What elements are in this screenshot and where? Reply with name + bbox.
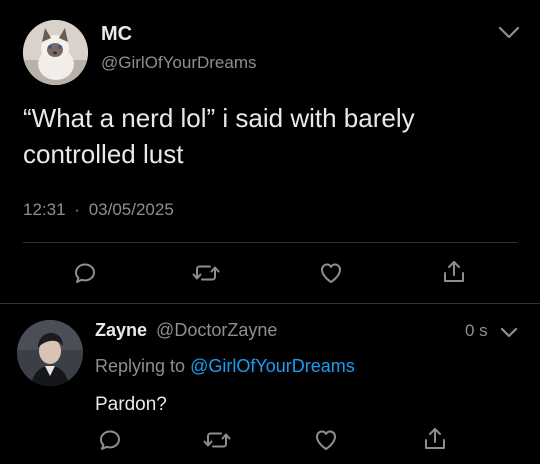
cat-avatar-image — [23, 20, 88, 85]
author-avatar[interactable] — [23, 20, 88, 85]
timestamp-separator: · — [74, 200, 80, 219]
author-handle[interactable]: @GirlOfYourDreams — [101, 53, 257, 73]
tweet-text: “What a nerd lol” i said with barely con… — [23, 103, 415, 169]
replying-to-label: Replying to — [95, 356, 186, 376]
reply-author-handle[interactable]: @DoctorZayne — [156, 320, 277, 340]
reply-reply-icon[interactable] — [98, 428, 122, 452]
retweet-icon[interactable] — [192, 261, 220, 285]
replying-to-link[interactable]: @GirlOfYourDreams — [190, 356, 355, 376]
tweet-timestamp: 12:31 · 03/05/2025 — [23, 200, 174, 220]
share-icon[interactable] — [442, 259, 466, 285]
reply-icon[interactable] — [73, 261, 97, 285]
tweet-date: 03/05/2025 — [88, 200, 174, 219]
heart-icon[interactable] — [318, 261, 344, 285]
reply-share-icon[interactable] — [423, 426, 447, 452]
reply-retweet-icon[interactable] — [203, 428, 231, 452]
author-name[interactable]: MC — [101, 23, 132, 46]
chevron-down-icon[interactable] — [497, 22, 521, 42]
reply-author-name[interactable]: Zayne — [95, 320, 147, 340]
reply-author-avatar[interactable] — [17, 320, 83, 386]
reply-time: 0 s — [465, 321, 488, 340]
tweet-divider — [23, 242, 517, 243]
reply-header: Zayne @DoctorZayne — [95, 320, 277, 341]
section-divider — [0, 303, 540, 304]
tweet-time: 12:31 — [23, 200, 66, 219]
person-avatar-image — [17, 320, 83, 386]
reply-text: Pardon? — [95, 394, 167, 415]
replying-to-line: Replying to @GirlOfYourDreams — [95, 356, 355, 377]
reply-heart-icon[interactable] — [313, 428, 339, 452]
reply-chevron-down-icon[interactable] — [499, 325, 519, 341]
